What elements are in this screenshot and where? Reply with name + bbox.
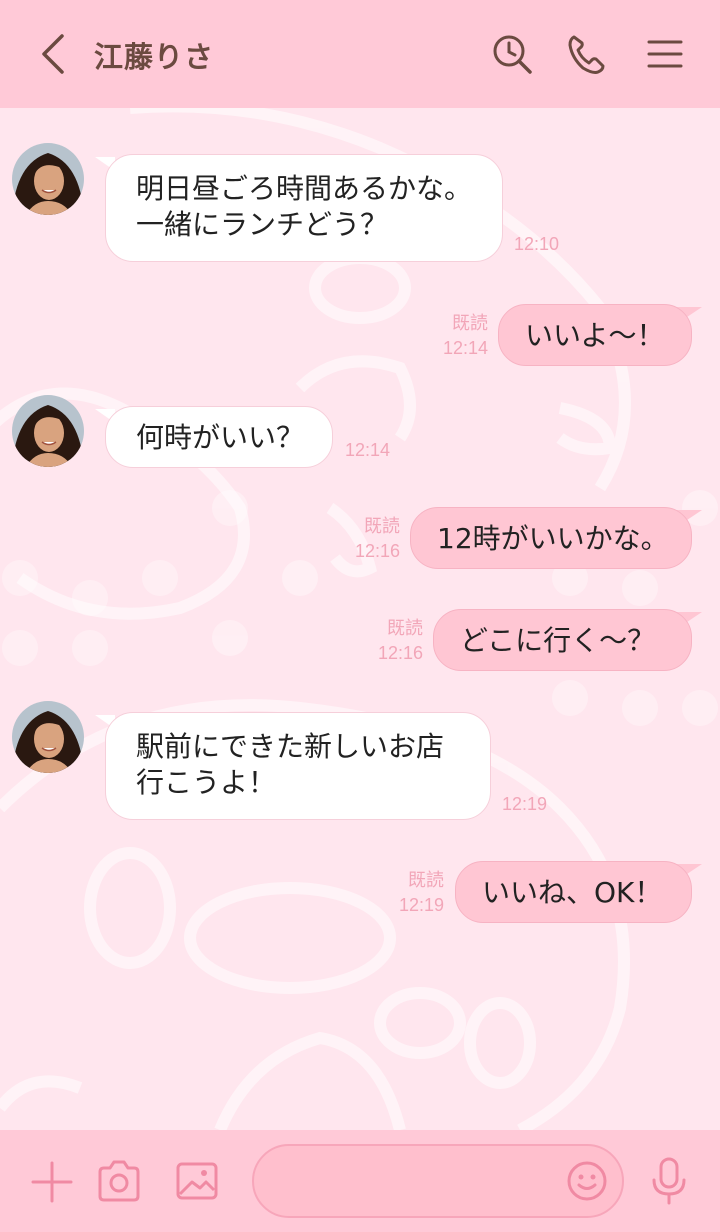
contact-avatar[interactable] bbox=[12, 143, 84, 215]
menu-icon[interactable] bbox=[643, 32, 687, 76]
message-time: 12:14 bbox=[442, 338, 488, 358]
contact-avatar[interactable] bbox=[12, 701, 84, 773]
back-chevron-icon[interactable] bbox=[36, 30, 76, 78]
image-icon[interactable] bbox=[174, 1158, 220, 1204]
read-receipt: 既読 bbox=[408, 870, 444, 890]
read-receipt: 既読 bbox=[364, 516, 400, 536]
message-bubble-outgoing[interactable]: 12時がいいかな。 bbox=[410, 507, 692, 569]
message-bubble-incoming[interactable]: 駅前にできた新しいお店 行こうよ！ bbox=[105, 712, 491, 820]
message-time: 12:16 bbox=[354, 541, 400, 561]
input-bar bbox=[0, 1130, 720, 1232]
message-status: 既読 12:16 bbox=[371, 616, 423, 666]
message-status: 既読 12:14 bbox=[436, 311, 488, 361]
message-status: 既読 12:16 bbox=[348, 514, 400, 564]
phone-icon[interactable] bbox=[565, 32, 609, 76]
message-time: 12:16 bbox=[377, 643, 423, 663]
message-bubble-incoming[interactable]: 何時がいい？ bbox=[105, 406, 333, 468]
message-time: 12:14 bbox=[345, 440, 391, 460]
avatar-photo bbox=[12, 701, 84, 773]
microphone-icon[interactable] bbox=[648, 1156, 690, 1206]
message-bubble-outgoing[interactable]: いいよ～！ bbox=[498, 304, 692, 366]
emoji-icon[interactable] bbox=[566, 1160, 608, 1202]
chat-title: 江藤りさ bbox=[94, 40, 215, 74]
avatar-photo bbox=[12, 395, 84, 467]
message-time: 12:19 bbox=[502, 794, 548, 814]
read-receipt: 既読 bbox=[452, 313, 488, 333]
plus-icon[interactable] bbox=[30, 1160, 74, 1204]
message-input[interactable] bbox=[252, 1144, 624, 1218]
message-time: 12:19 bbox=[398, 895, 444, 915]
avatar-photo bbox=[12, 143, 84, 215]
camera-icon[interactable] bbox=[96, 1158, 142, 1204]
message-time: 12:10 bbox=[514, 234, 560, 254]
read-receipt: 既読 bbox=[387, 618, 423, 638]
contact-avatar[interactable] bbox=[12, 395, 84, 467]
message-bubble-outgoing[interactable]: いいね、OK！ bbox=[455, 861, 692, 923]
chat-header: 江藤りさ bbox=[0, 0, 720, 108]
search-history-icon[interactable] bbox=[490, 32, 534, 76]
message-bubble-outgoing[interactable]: どこに行く～？ bbox=[433, 609, 692, 671]
message-bubble-incoming[interactable]: 明日昼ごろ時間あるかな。 一緒にランチどう？ bbox=[105, 154, 503, 262]
message-status: 既読 12:19 bbox=[392, 868, 444, 918]
